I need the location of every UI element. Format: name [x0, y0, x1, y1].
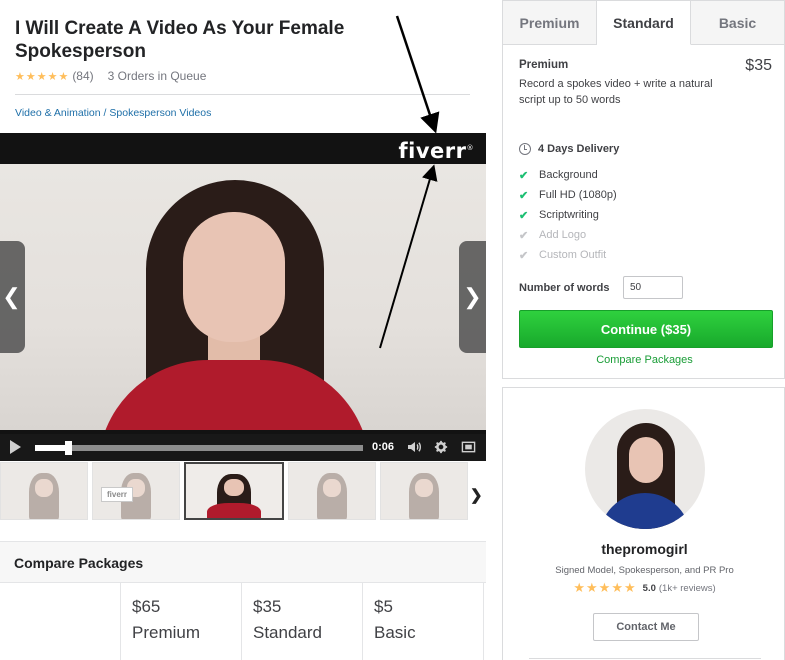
avatar[interactable]	[585, 409, 705, 529]
feature-item: ✔ Background	[519, 165, 617, 185]
feature-item: ✔ Custom Outfit	[519, 245, 617, 265]
gig-rating: ★★★★★ (84) 3 Orders in Queue	[15, 69, 206, 83]
thumbnails-next-icon[interactable]: ❯	[470, 486, 483, 504]
thumbnail[interactable]	[0, 462, 88, 520]
compare-package-name: Premium	[132, 623, 201, 642]
gear-icon[interactable]	[434, 439, 448, 455]
seller-reviews: (1k+ reviews)	[658, 582, 716, 594]
seller-divider	[529, 658, 761, 659]
seller-tagline: Signed Model, Spokesperson, and PR Pro	[555, 565, 734, 576]
compare-price: $35	[253, 597, 282, 616]
watermark-registered-mark: ®	[466, 144, 474, 152]
feature-label: Add Logo	[539, 229, 587, 241]
thumbnail[interactable]: fiverr	[92, 462, 180, 520]
thumbnail[interactable]	[380, 462, 468, 520]
thumbnail-body	[207, 502, 261, 518]
orders-in-queue: 3 Orders in Queue	[107, 69, 207, 83]
compare-table-empty-cell	[0, 583, 121, 660]
play-icon[interactable]	[10, 440, 21, 454]
thumbnail-face	[224, 479, 244, 497]
chevron-left-icon: ❮	[2, 284, 21, 309]
tab-basic[interactable]: Basic	[691, 1, 784, 45]
seller-stars: ★★★★★	[573, 580, 637, 595]
breadcrumb-subcategory[interactable]: Spokesperson Videos	[109, 107, 211, 119]
feature-item: ✔ Scriptwriting	[519, 205, 617, 225]
watermark-text: fiverr	[398, 139, 467, 163]
package-features: ✔ Background ✔ Full HD (1080p) ✔ Scriptwritin…	[519, 165, 617, 265]
video-player[interactable]: fiverr® ❮ ❯ 0:06	[0, 133, 486, 461]
compare-price: $5	[374, 597, 393, 616]
breadcrumb: Video & Animation / Spokesperson Videos	[15, 107, 211, 119]
progress-handle[interactable]	[64, 441, 72, 455]
words-input[interactable]	[623, 276, 683, 299]
check-icon: ✔	[519, 229, 529, 242]
volume-icon[interactable]	[406, 439, 422, 455]
check-icon: ✔	[519, 189, 529, 202]
check-icon: ✔	[519, 169, 529, 182]
fullscreen-icon[interactable]	[461, 439, 476, 455]
compare-column-basic: $5 Basic	[363, 583, 484, 660]
chevron-right-icon: ❯	[463, 284, 482, 309]
rating-count[interactable]: (84)	[72, 69, 93, 83]
fiverr-watermark: fiverr®	[399, 139, 474, 163]
compare-price: $65	[132, 597, 161, 616]
compare-package-name: Standard	[253, 623, 322, 642]
words-label: Number of words	[519, 282, 610, 294]
gallery-prev-button[interactable]: ❮	[0, 241, 25, 353]
contact-me-button[interactable]: Contact Me	[593, 613, 699, 641]
progress-fill	[35, 445, 68, 451]
thumbnail-strip: fiverr	[0, 462, 486, 522]
compare-column-standard: $35 Standard	[242, 583, 363, 660]
compare-packages-link[interactable]: Compare Packages	[503, 354, 785, 366]
video-time: 0:06	[372, 441, 395, 453]
rating-stars: ★★★★★	[15, 70, 70, 83]
package-description: Record a spokes video + write a natural …	[519, 78, 713, 106]
progress-bar[interactable]	[35, 441, 363, 455]
delivery-time: 4 Days Delivery	[519, 143, 619, 155]
seller-rating: ★★★★★ 5.0 (1k+ reviews)	[503, 580, 785, 596]
compare-column-premium: $65 Premium	[121, 583, 242, 660]
seller-score: 5.0	[642, 582, 656, 594]
compare-package-name: Basic	[374, 623, 416, 642]
delivery-label: 4 Days Delivery	[538, 143, 620, 155]
gig-title: I Will Create A Video As Your Female Spo…	[15, 18, 345, 62]
video-controls: 0:06	[0, 434, 486, 461]
feature-label: Full HD (1080p)	[539, 189, 617, 201]
package-price: $35	[745, 57, 772, 74]
presenter-torso	[98, 360, 370, 430]
presenter-face	[183, 212, 285, 342]
compare-packages-header: Compare Packages	[0, 541, 486, 583]
thumbnail-face	[323, 478, 341, 497]
seller-card: thepromogirl Signed Model, Spokesperson,…	[502, 387, 785, 660]
seller-username[interactable]: thepromogirl	[503, 541, 785, 557]
feature-label: Custom Outfit	[539, 249, 607, 261]
thumbnail-face	[35, 478, 53, 497]
package-name: Premium	[519, 59, 569, 71]
gallery-next-button[interactable]: ❯	[459, 241, 486, 353]
breadcrumb-category[interactable]: Video & Animation	[15, 107, 101, 119]
title-divider	[15, 94, 470, 95]
package-panel: Premium Standard Basic Premium $35 Recor…	[502, 0, 785, 379]
check-icon: ✔	[519, 209, 529, 222]
package-tabs: Premium Standard Basic	[503, 1, 784, 45]
avatar-face	[629, 437, 663, 483]
compare-packages-table: $65 Premium $35 Standard $5 Basic	[0, 583, 486, 660]
video-frame[interactable]	[0, 164, 486, 430]
feature-item: ✔ Full HD (1080p)	[519, 185, 617, 205]
compare-packages-title: Compare Packages	[14, 555, 144, 571]
thumbnail[interactable]	[288, 462, 376, 520]
tab-premium[interactable]: Premium	[503, 1, 597, 45]
avatar-body	[599, 493, 691, 529]
continue-button[interactable]: Continue ($35)	[519, 310, 773, 348]
feature-label: Background	[539, 169, 598, 181]
feature-item: ✔ Add Logo	[519, 225, 617, 245]
clock-icon	[519, 143, 531, 155]
thumbnail-face	[415, 478, 433, 497]
thumbnail-caption: fiverr	[101, 487, 134, 502]
feature-label: Scriptwriting	[539, 209, 599, 221]
check-icon: ✔	[519, 249, 529, 262]
thumbnail[interactable]	[184, 462, 284, 520]
tab-standard[interactable]: Standard	[597, 1, 691, 45]
